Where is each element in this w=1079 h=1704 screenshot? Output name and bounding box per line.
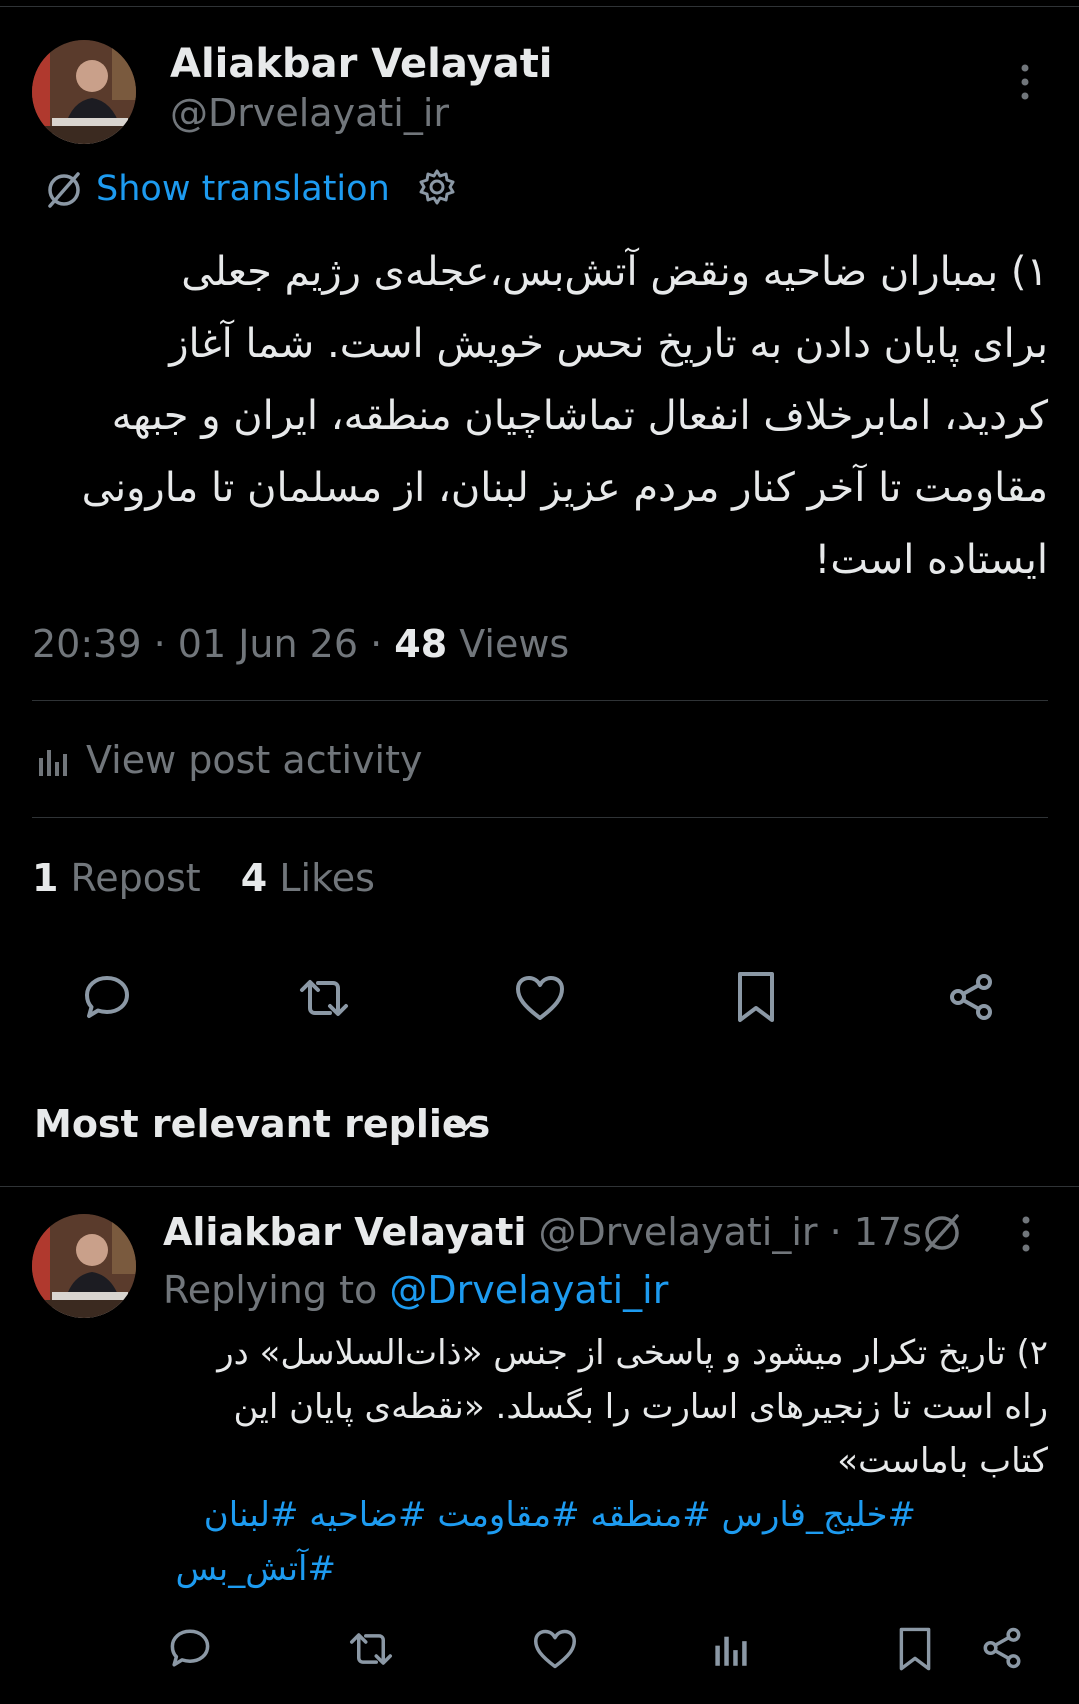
likes-count: 4: [240, 856, 268, 900]
post-body-line: مقاومت تا آخر کنار مردم عزیز لبنان، از م…: [81, 465, 1048, 511]
reply-body-line: کتاب باماست»: [837, 1441, 1048, 1481]
reply-author-avatar[interactable]: [32, 1214, 136, 1318]
post-body-line: ایستاده است!: [814, 537, 1048, 583]
replies-divider: [0, 1186, 1079, 1187]
share-icon[interactable]: [980, 1626, 1024, 1670]
author-avatar[interactable]: [32, 40, 136, 144]
view-post-activity[interactable]: View post activity: [86, 736, 422, 784]
analytics-icon[interactable]: [36, 744, 70, 778]
like-icon[interactable]: [532, 1628, 578, 1670]
post-author-name[interactable]: Aliakbar Velayati: [170, 40, 553, 88]
more-icon[interactable]: [1010, 62, 1040, 102]
reposts-stat[interactable]: 1 Repost: [32, 856, 201, 900]
chevron-down-icon[interactable]: [450, 1110, 480, 1138]
top-divider: [0, 6, 1079, 7]
post-date[interactable]: 01 Jun 26: [178, 622, 358, 666]
post-body-line: کردید، امابرخلاف انفعال تماشاچیان منطقه،…: [111, 393, 1048, 439]
replies-sort-label[interactable]: Most relevant replies: [34, 1100, 490, 1148]
post-body-line: ۱) بمباران ضاحیه ونقض آتش‌بس،عجله‌ی رژیم…: [181, 249, 1048, 295]
reply-header: Aliakbar Velayati @Drvelayati_ir · 17s: [163, 1208, 922, 1256]
reply-body-line: راه است تا زنجیرهای اسارت را بگسلد. «نقط…: [233, 1387, 1048, 1427]
replying-prefix: Replying to: [163, 1268, 378, 1312]
repost-icon[interactable]: [296, 974, 352, 1022]
reply-body-line: ۲) تاریخ تکرار میشود و پاسخی از جنس «ذات…: [217, 1333, 1048, 1373]
likes-label: Likes: [279, 856, 375, 900]
repost-label: Repost: [70, 856, 201, 900]
translate-icon[interactable]: [920, 1212, 964, 1254]
reply-hashtags-line2[interactable]: #آتش_بس: [160, 1542, 336, 1596]
post-meta: 20:39 · 01 Jun 26 · 48 Views: [32, 622, 570, 666]
show-translation-link[interactable]: Show translation: [96, 167, 390, 211]
reply-body: ۲) تاریخ تکرار میشود و پاسخی از جنس «ذات…: [160, 1326, 1048, 1488]
reply-icon[interactable]: [168, 1626, 212, 1670]
views-count: 48: [394, 622, 448, 666]
reply-icon[interactable]: [82, 972, 132, 1022]
post-body: ۱) بمباران ضاحیه ونقض آتش‌بس،عجله‌ی رژیم…: [40, 236, 1048, 596]
analytics-icon[interactable]: [712, 1630, 750, 1668]
reply-hashtags-line1[interactable]: #خلیج_فارس #منطقه #مقاومت #ضاحیه #لبنان: [160, 1488, 916, 1542]
bookmark-icon[interactable]: [734, 970, 778, 1024]
like-icon[interactable]: [514, 974, 566, 1022]
divider: [32, 700, 1048, 701]
views-label: Views: [459, 622, 570, 666]
reply-author-name[interactable]: Aliakbar Velayati: [163, 1210, 526, 1254]
likes-stat[interactable]: 4 Likes: [241, 856, 375, 900]
share-icon[interactable]: [946, 972, 996, 1022]
bookmark-icon[interactable]: [896, 1626, 934, 1672]
settings-icon[interactable]: [418, 168, 456, 206]
reply-handle-time[interactable]: @Drvelayati_ir · 17s: [539, 1210, 922, 1254]
repost-count: 1: [32, 856, 59, 900]
translate-icon[interactable]: [44, 170, 84, 210]
post-author-handle[interactable]: @Drvelayati_ir: [170, 90, 449, 136]
post-body-line: برای پایان دادن به تاریخ نحس خویش است. ش…: [169, 321, 1048, 367]
post-time[interactable]: 20:39: [32, 622, 142, 666]
replying-to: Replying to @Drvelayati_ir: [163, 1266, 668, 1314]
replying-handle-link[interactable]: @Drvelayati_ir: [389, 1268, 668, 1312]
divider: [32, 817, 1048, 818]
engagement-stats: 1 Repost 4 Likes: [32, 854, 375, 902]
repost-icon[interactable]: [346, 1628, 396, 1670]
more-icon[interactable]: [1012, 1214, 1040, 1254]
